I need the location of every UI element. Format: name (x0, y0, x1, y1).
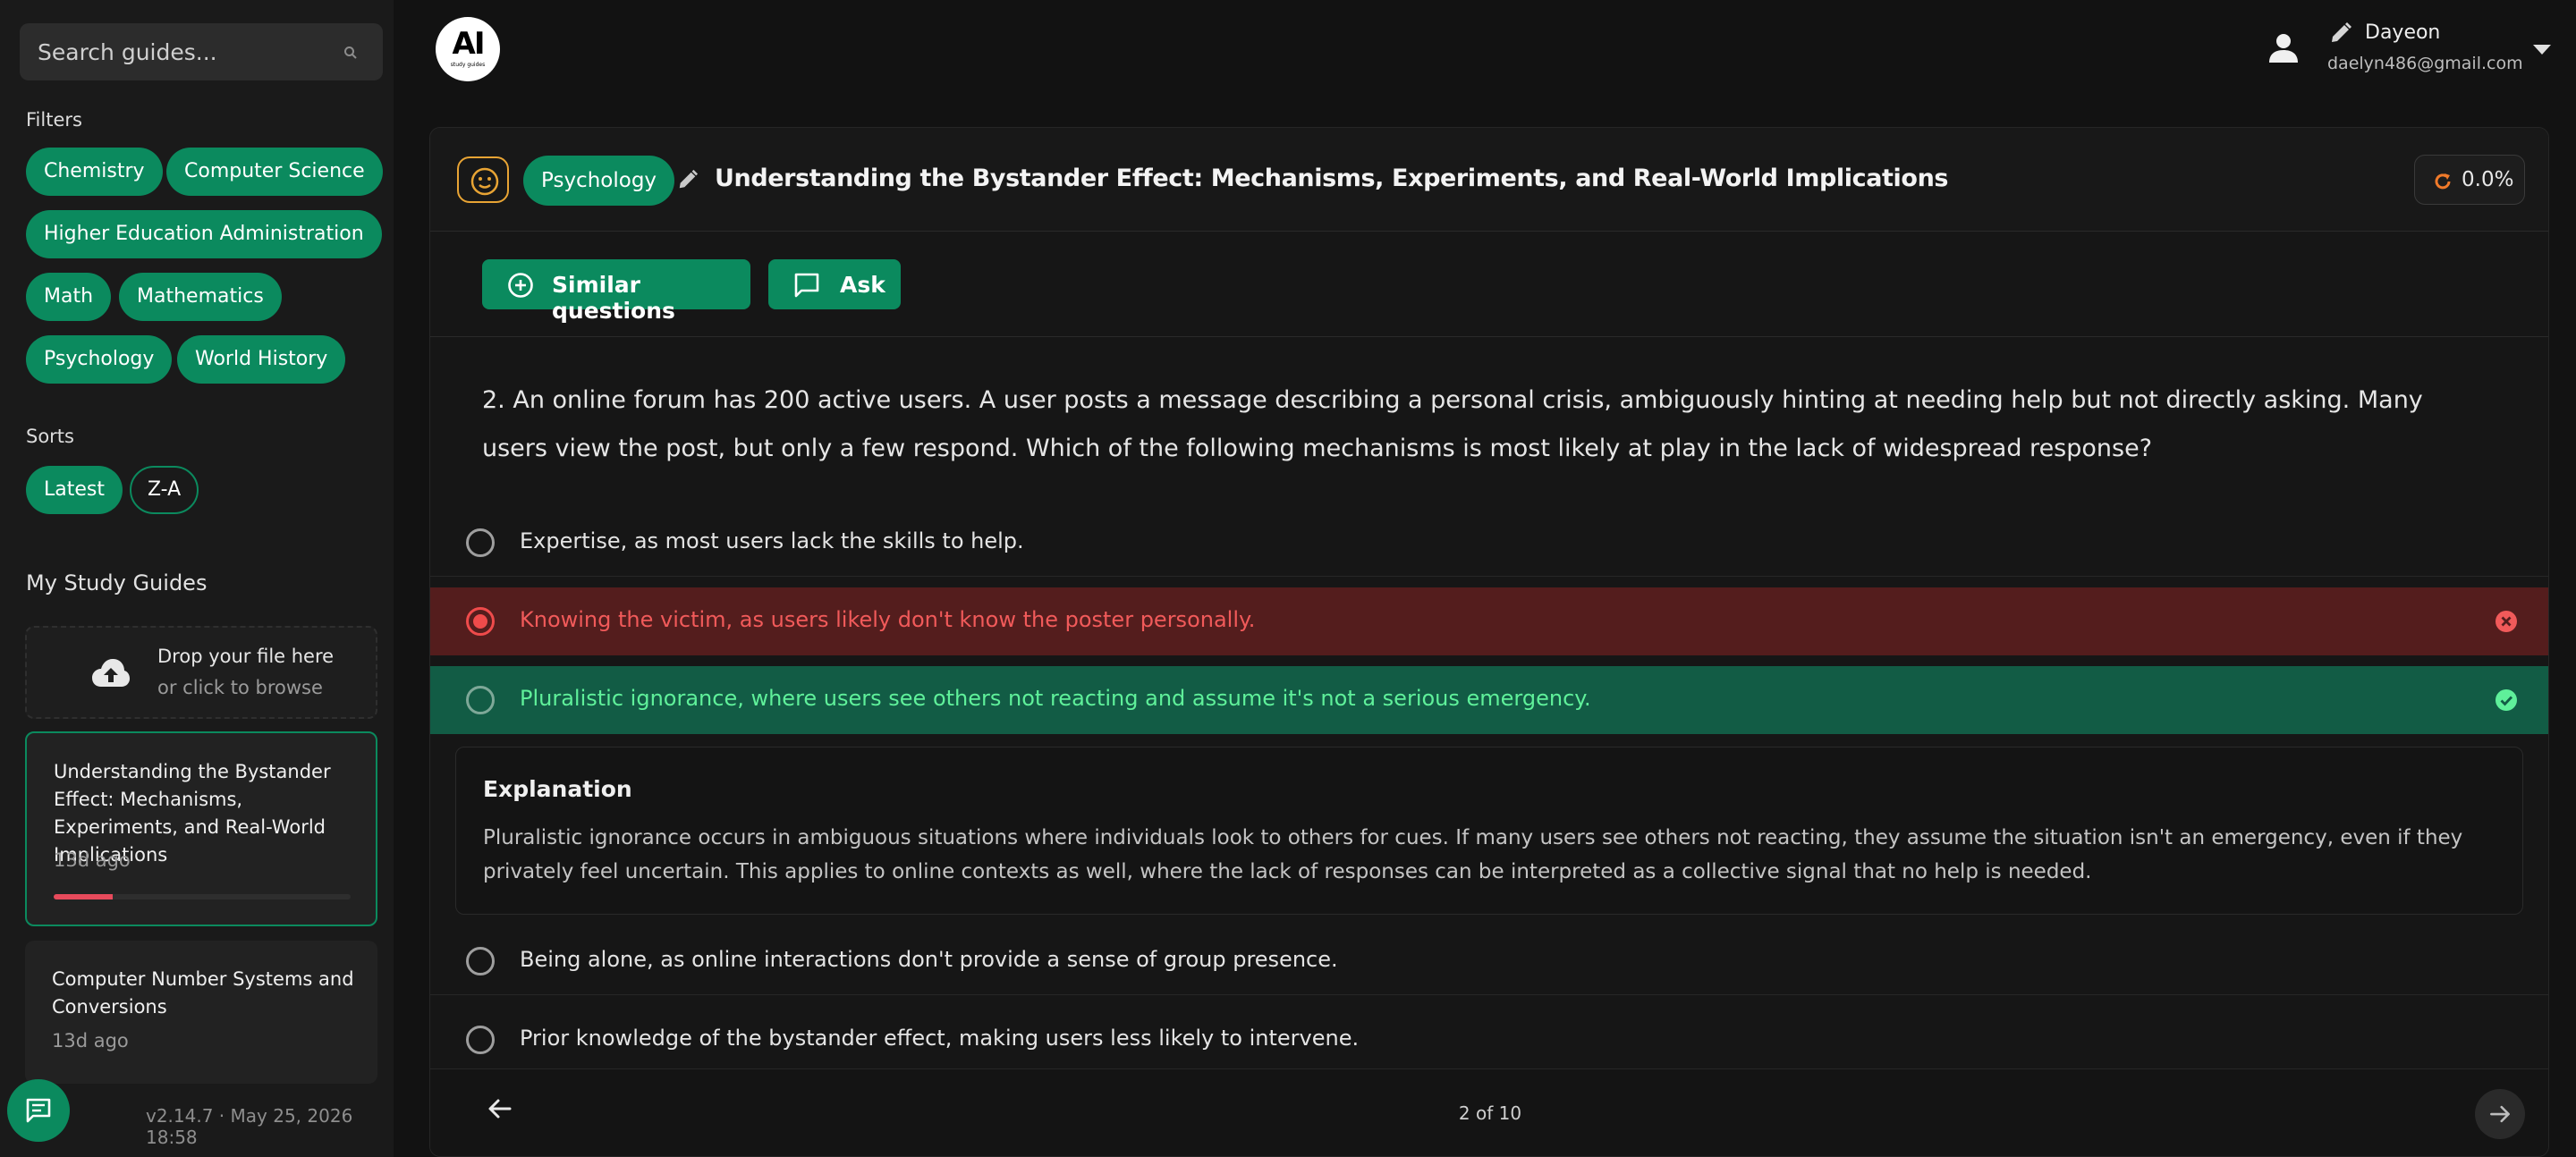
similar-questions-label: Similar questions (552, 272, 675, 324)
answer-option-label: Expertise, as most users lack the skills… (520, 528, 1024, 553)
radio-button[interactable] (466, 947, 495, 975)
filter-chip-computer-science[interactable]: Computer Science (166, 148, 383, 196)
check-circle-icon (2495, 688, 2518, 712)
chevron-down-icon[interactable] (2533, 45, 2551, 55)
filter-chip-world-history[interactable]: World History (177, 335, 346, 384)
answer-option-label: Pluralistic ignorance, where users see o… (520, 686, 1591, 711)
filter-chip-chemistry[interactable]: Chemistry (26, 148, 163, 196)
answer-option[interactable]: Being alone, as online interactions don'… (430, 927, 2548, 995)
dropzone-subtitle: or click to browse (157, 677, 323, 698)
guide-card-age: 13d ago (52, 1030, 129, 1051)
radio-button[interactable] (466, 607, 495, 636)
explanation-heading: Explanation (483, 776, 632, 802)
file-dropzone[interactable]: Drop your file here or click to browse (25, 626, 377, 719)
search-icon[interactable] (343, 46, 358, 60)
next-button[interactable] (2475, 1089, 2525, 1139)
filters-label: Filters (26, 109, 82, 131)
radio-button[interactable] (466, 1026, 495, 1054)
guide-title: Understanding the Bystander Effect: Mech… (715, 165, 1949, 192)
sorts-label: Sorts (26, 426, 74, 447)
sidebar: Filters Chemistry Computer Science Highe… (0, 0, 394, 1157)
sort-chip-z-a[interactable]: Z-A (130, 466, 199, 514)
topic-chip[interactable]: Psychology (523, 156, 675, 206)
edit-profile-icon[interactable] (2329, 21, 2352, 45)
filter-chip-math[interactable]: Math (26, 273, 112, 321)
user-name: Dayeon (2365, 21, 2441, 44)
search-input[interactable] (38, 23, 333, 80)
mood-button[interactable] (457, 156, 509, 203)
radio-button[interactable] (466, 686, 495, 714)
cloud-upload-icon (91, 658, 131, 688)
answer-option-label: Being alone, as online interactions don'… (520, 947, 1338, 972)
guide-card[interactable]: Computer Number Systems and Conversions … (25, 941, 377, 1084)
app-logo[interactable]: AI study guides (436, 17, 500, 81)
chat-button[interactable] (7, 1079, 70, 1142)
x-circle-icon (2495, 610, 2518, 633)
progress-badge[interactable]: 0.0% (2414, 155, 2525, 205)
radio-button[interactable] (466, 528, 495, 557)
edit-title-icon[interactable] (677, 169, 699, 190)
answer-option[interactable]: Prior knowledge of the bystander effect,… (430, 1006, 2548, 1074)
dropzone-title: Drop your file here (157, 646, 335, 667)
pagination-bar: 2 of 10 (430, 1068, 2548, 1156)
my-study-guides-heading: My Study Guides (26, 570, 208, 595)
filter-chip-psychology[interactable]: Psychology (26, 335, 173, 384)
answer-option-selected-wrong[interactable]: Knowing the victim, as users likely don'… (430, 587, 2548, 655)
action-bar: Similar questions Ask (430, 232, 2548, 337)
user-email: daelyn486@gmail.com (2327, 54, 2523, 73)
logo-text: AI (452, 26, 486, 62)
study-panel: Psychology Understanding the Bystander E… (429, 127, 2549, 1157)
explanation-text: Pluralistic ignorance occurs in ambiguou… (483, 826, 2463, 883)
chat-icon (26, 1098, 51, 1123)
guide-card-age: 13d ago (54, 849, 131, 871)
ask-button[interactable]: Ask (768, 259, 901, 309)
answer-option-correct[interactable]: Pluralistic ignorance, where users see o… (430, 666, 2548, 734)
smiley-icon (470, 167, 499, 196)
guide-card-title: Computer Number Systems and Conversions (52, 968, 354, 1018)
filter-chip-higher-education-administration[interactable]: Higher Education Administration (26, 210, 382, 258)
message-icon (794, 273, 819, 298)
question-text: 2. An online forum has 200 active users.… (482, 386, 2423, 462)
similar-questions-button[interactable]: Similar questions (482, 259, 750, 324)
ask-label: Ask (840, 272, 886, 298)
logo-subtext: study guides (450, 62, 486, 68)
user-icon[interactable] (2268, 32, 2299, 63)
search-box[interactable] (20, 23, 383, 80)
explanation-box: Explanation Pluralistic ignorance occurs… (455, 747, 2523, 915)
guide-header: Psychology Understanding the Bystander E… (430, 128, 2548, 232)
guide-progress-fill (54, 894, 114, 899)
answer-option-label: Prior knowledge of the bystander effect,… (520, 1026, 1360, 1051)
version-label: v2.14.7 · May 25, 2026 18:58 (146, 1105, 353, 1148)
guide-progress-bar (54, 894, 351, 899)
page-indicator: 2 of 10 (1458, 1102, 1522, 1124)
progress-value: 0.0% (2462, 168, 2514, 191)
filter-chip-mathematics[interactable]: Mathematics (119, 273, 282, 321)
answer-option-label: Knowing the victim, as users likely don'… (520, 607, 1256, 632)
refresh-icon (2435, 173, 2451, 190)
guide-card-active[interactable]: Understanding the Bystander Effect: Mech… (25, 731, 377, 926)
answer-option[interactable]: Expertise, as most users lack the skills… (430, 509, 2548, 577)
arrow-right-icon (2490, 1105, 2510, 1123)
sort-chip-latest[interactable]: Latest (26, 466, 123, 514)
plus-circle-icon (508, 273, 533, 298)
